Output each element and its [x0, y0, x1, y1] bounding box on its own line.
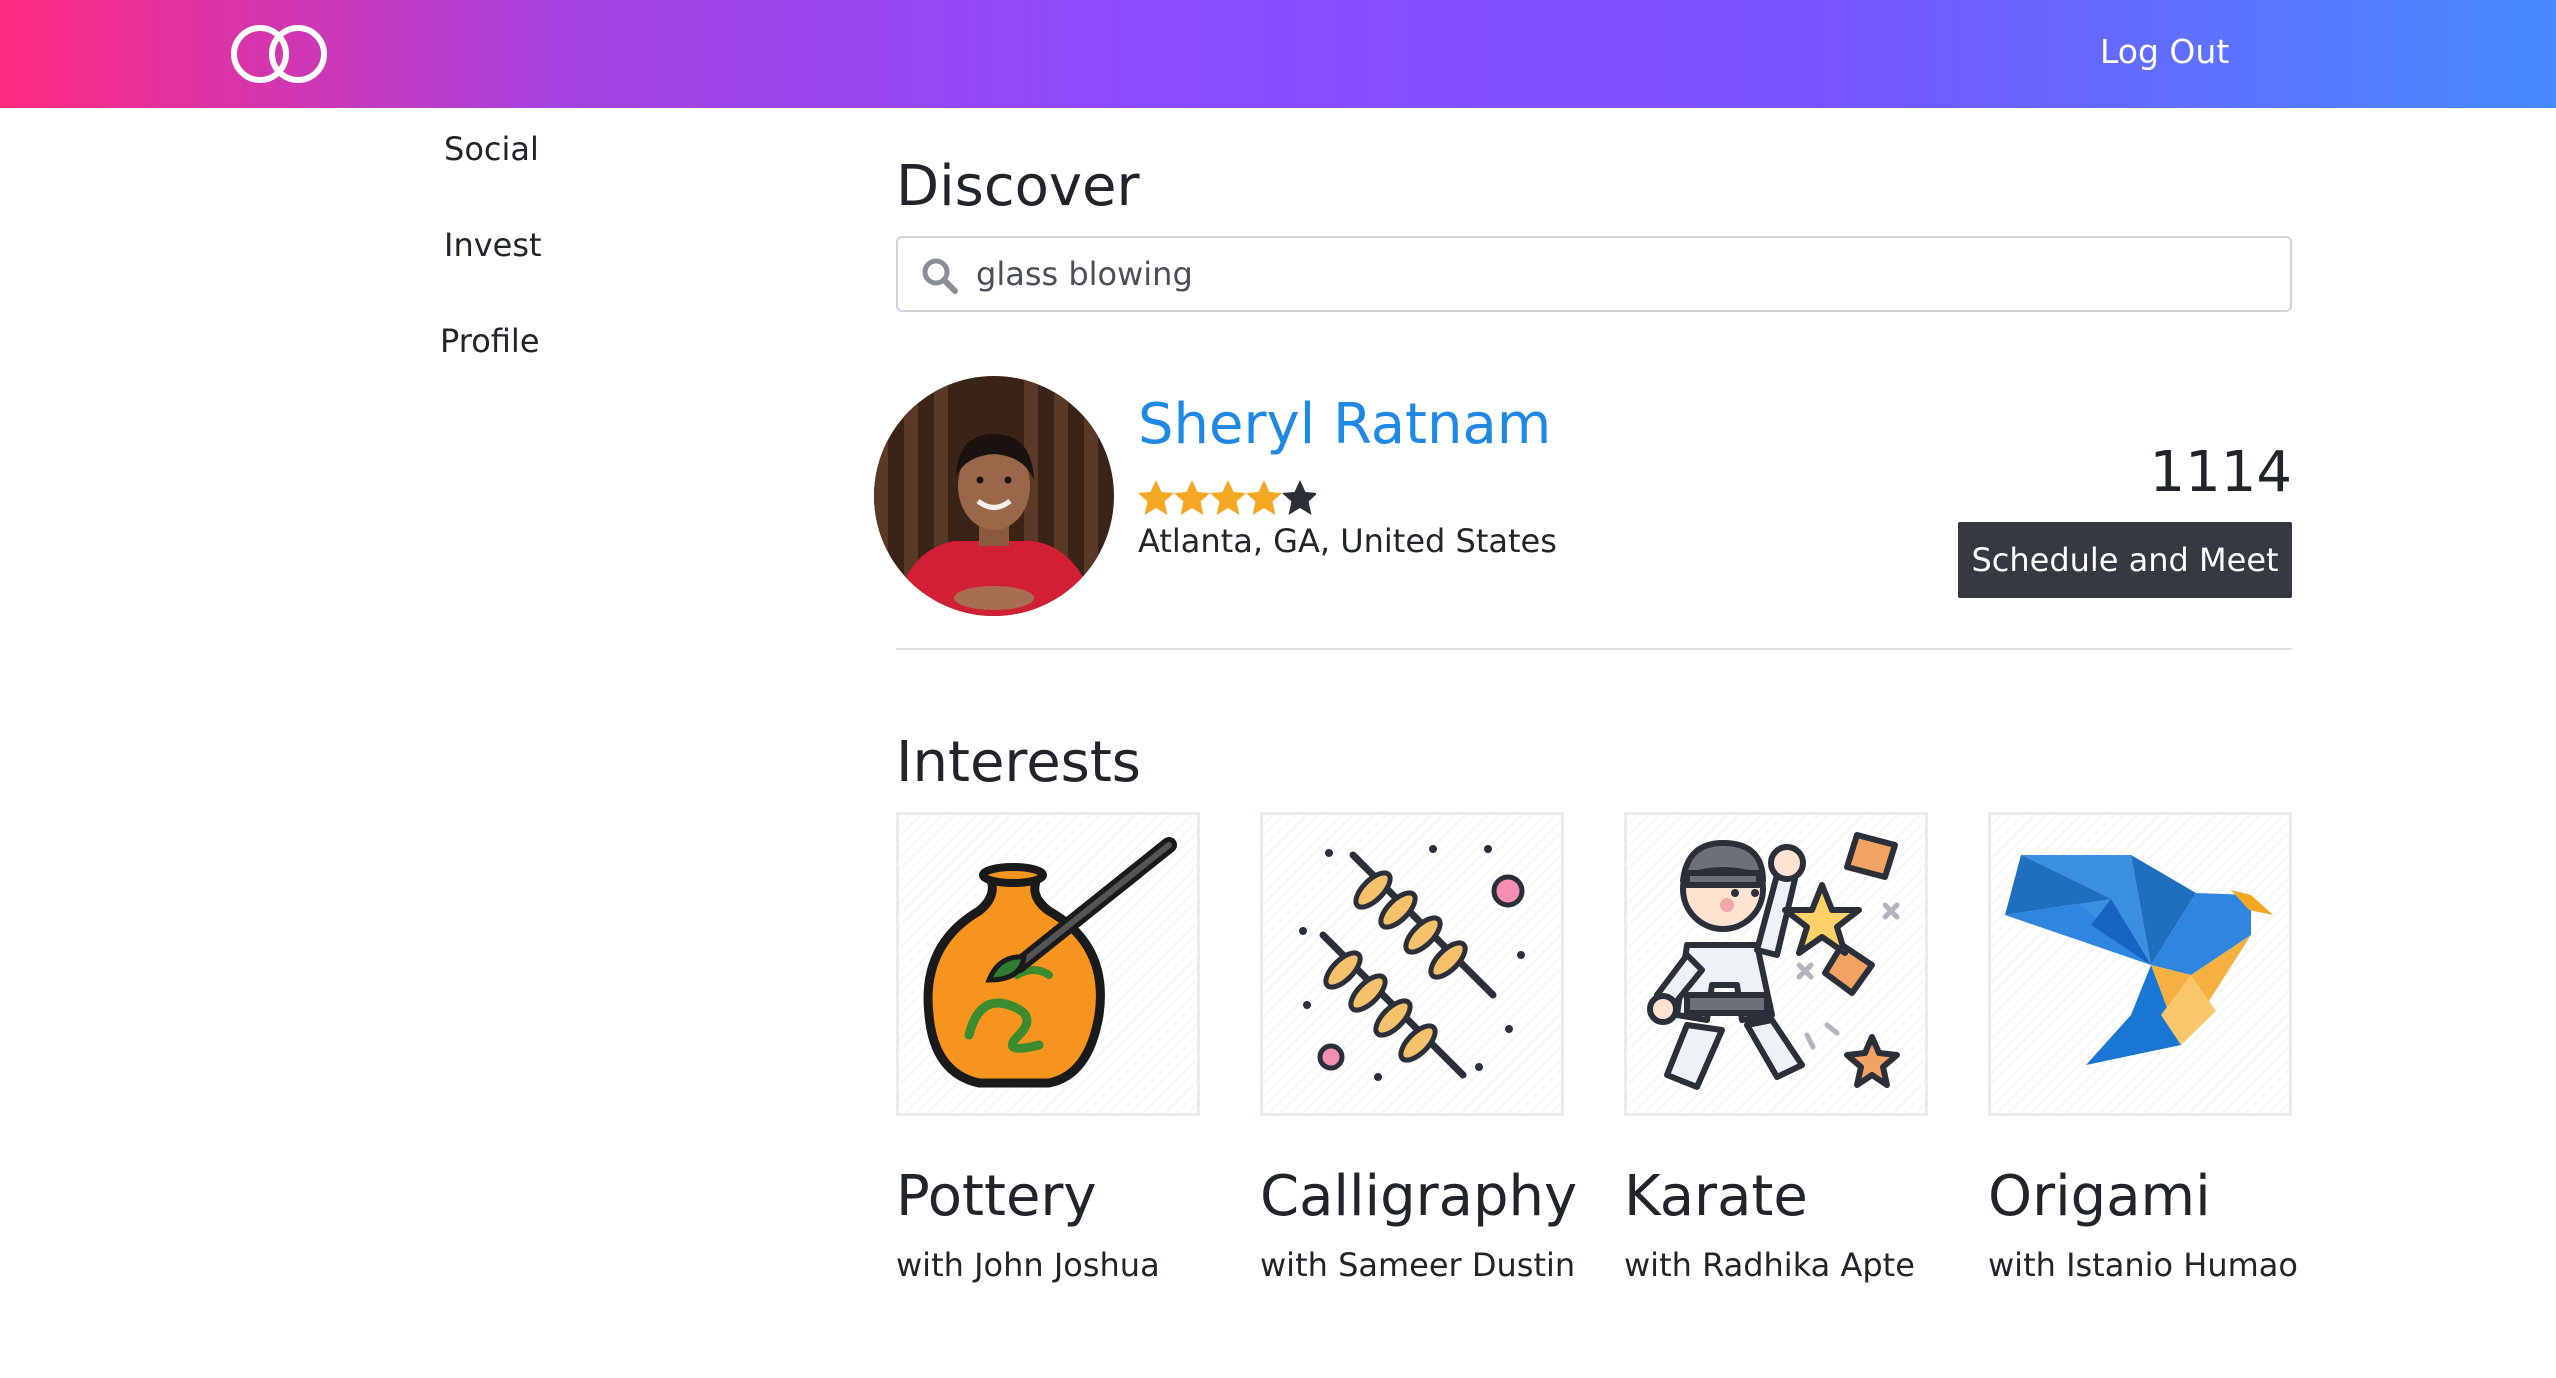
divider — [896, 648, 2292, 650]
interest-title[interactable]: Calligraphy — [1260, 1164, 1577, 1229]
interest-card-image[interactable] — [896, 812, 1200, 1116]
interests-heading: Interests — [896, 730, 1141, 795]
search-icon — [922, 258, 958, 294]
schedule-and-meet-button[interactable]: Schedule and Meet — [1958, 522, 2292, 598]
sidebar-item-social[interactable]: Social — [444, 130, 539, 168]
interest-instructor: with John Joshua — [896, 1246, 1160, 1284]
interest-card[interactable]: Karate with Radhika Apte — [1624, 812, 1928, 1284]
star-icon — [1210, 480, 1246, 515]
calligraphy-icon — [1299, 845, 1525, 1081]
page-title: Discover — [896, 154, 1140, 219]
interest-instructor: with Radhika Apte — [1624, 1246, 1915, 1284]
interest-title[interactable]: Karate — [1624, 1164, 1808, 1229]
search-input[interactable] — [974, 248, 2274, 300]
profile-location: Atlanta, GA, United States — [1138, 522, 1557, 560]
profile-count: 1114 — [2149, 440, 2292, 505]
logout-link[interactable]: Log Out — [2100, 32, 2229, 71]
interest-card[interactable]: Calligraphy with Sameer Dustin — [1260, 812, 1577, 1284]
star-icon — [1138, 480, 1174, 515]
avatar[interactable] — [874, 376, 1114, 616]
search-box — [896, 236, 2292, 312]
interest-card-image[interactable] — [1988, 812, 2292, 1116]
sidebar-item-invest[interactable]: Invest — [444, 226, 542, 264]
interest-card[interactable]: Origami with Istanio Humao — [1988, 812, 2298, 1284]
logo-rings-icon[interactable] — [226, 22, 332, 86]
avatar-photo — [874, 376, 1114, 616]
star-rating — [1138, 480, 1316, 515]
sidebar-item-profile[interactable]: Profile — [440, 322, 540, 360]
karate-icon — [1647, 832, 1900, 1090]
interest-title[interactable]: Pottery — [896, 1164, 1097, 1229]
profile-name-link[interactable]: Sheryl Ratnam — [1138, 392, 1551, 457]
interest-instructor: with Istanio Humao — [1988, 1246, 2298, 1284]
interest-title[interactable]: Origami — [1988, 1164, 2211, 1229]
top-navbar: Log Out — [0, 0, 2556, 108]
interest-instructor: with Sameer Dustin — [1260, 1246, 1576, 1284]
star-icon — [1174, 480, 1210, 515]
interest-card[interactable]: Pottery with John Joshua — [896, 812, 1200, 1284]
interest-card-image[interactable] — [1624, 812, 1928, 1116]
pottery-icon — [923, 837, 1177, 1088]
interest-card-image[interactable] — [1260, 812, 1564, 1116]
star-empty-icon — [1282, 480, 1316, 515]
star-icon — [1246, 480, 1282, 515]
origami-icon — [2005, 855, 2273, 1065]
